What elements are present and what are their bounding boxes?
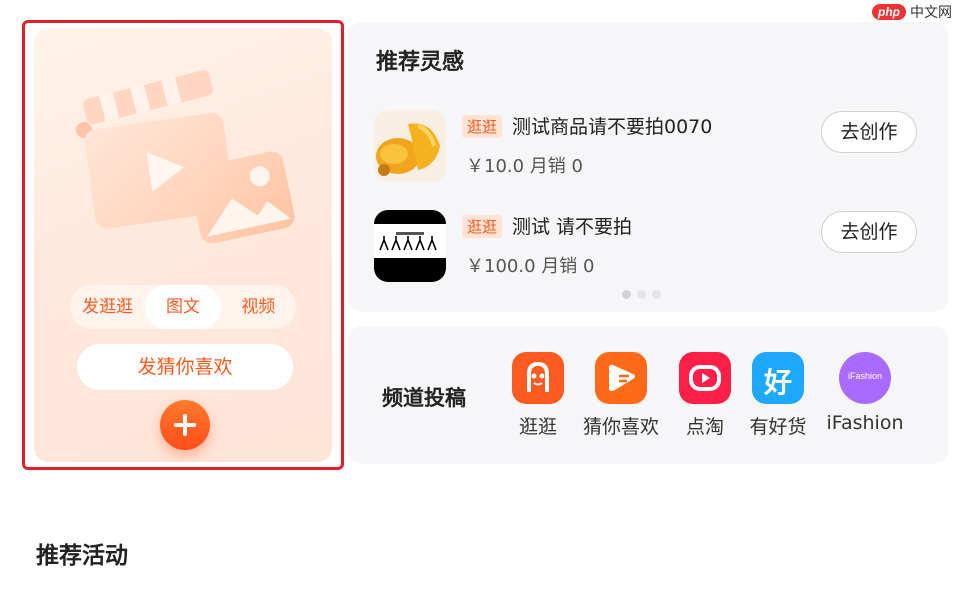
tab-video[interactable]: 视频 [221,285,296,329]
tab-image-text[interactable]: 图文 [145,285,221,329]
product-item: 逛逛 测试 请不要拍 ￥100.0 月销 0 去创作 [374,210,934,282]
channel-submission-card: 频道投稿 逛逛 猜你喜欢 点淘 好 有好货 iFashion iFashion [348,326,948,464]
watermark-logo: php [872,4,906,20]
youhaohuo-icon: 好 [752,352,804,404]
carousel-dots [622,290,661,299]
plus-icon-vertical [183,414,187,436]
watermark-text: 中文网 [910,5,952,21]
video-image-illustration-icon [76,70,295,244]
youhaohuo-glyph: 好 [763,366,792,399]
product-name: 测试商品请不要拍0070 [512,116,713,138]
post-guess-like-button[interactable]: 发猜你喜欢 [77,344,293,390]
recommend-title: 推荐灵感 [376,50,465,75]
channel-label: 猜你喜欢 [582,416,659,438]
product-price: ￥100.0 月销 0 [466,256,595,277]
channel-label: 有好货 [749,416,807,438]
product-tag: 逛逛 [462,215,503,238]
product-name: 测试 请不要拍 [512,216,633,238]
product-thumbnail[interactable] [374,110,446,182]
carousel-dot[interactable] [637,290,646,299]
go-create-button[interactable]: 去创作 [821,211,917,253]
carousel-dot[interactable] [652,290,661,299]
watermark: php 中文网 [872,2,952,22]
product-item: 逛逛 测试商品请不要拍0070 ￥10.0 月销 0 去创作 [374,110,934,182]
channel-ifashion[interactable]: iFashion iFashion [820,352,910,434]
channel-guangguang[interactable]: 逛逛 [493,352,583,439]
create-panel-inner: 发逛逛 图文 视频 发猜你喜欢 [34,28,332,462]
plus-icon[interactable] [160,400,210,450]
carousel-dot[interactable] [622,290,631,299]
channel-youhaohuo[interactable]: 好 有好货 [733,352,823,439]
product-tag: 逛逛 [462,115,503,138]
channel-title: 频道投稿 [382,386,466,410]
recommend-inspiration-card: 推荐灵感 逛逛 测试商品请不要拍0070 ￥10.0 月销 0 去创作 逛逛 测… [348,22,948,312]
channel-guess-like[interactable]: 猜你喜欢 [576,352,666,439]
recommend-activities-title: 推荐活动 [36,543,128,569]
ifashion-icon: iFashion [839,352,891,404]
channel-label: 逛逛 [518,416,557,438]
tab-guangguang[interactable]: 发逛逛 [70,285,145,329]
diantao-icon [679,352,731,404]
create-type-tabs: 发逛逛 图文 视频 [70,285,296,329]
guess-like-icon [595,352,647,404]
runners-image-icon [374,210,446,282]
create-panel: 发逛逛 图文 视频 发猜你喜欢 [22,20,344,470]
product-price: ￥10.0 月销 0 [466,156,583,177]
mango-image-icon [374,110,446,182]
ifashion-glyph: iFashion [847,371,883,381]
channel-label: iFashion [826,412,904,434]
guangguang-icon [512,352,564,404]
go-create-button[interactable]: 去创作 [821,111,917,153]
product-thumbnail[interactable] [374,210,446,282]
